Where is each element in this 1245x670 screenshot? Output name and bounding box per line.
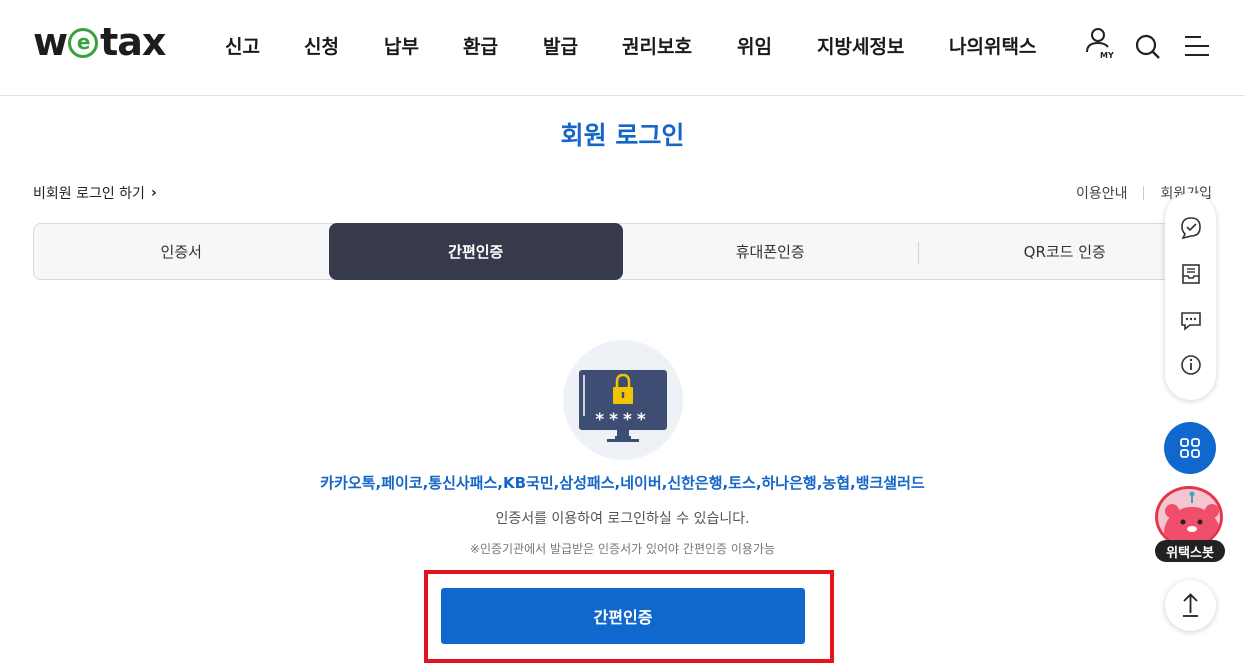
chatbot-avatar (1155, 486, 1223, 548)
all-menu-grid-button[interactable] (1164, 422, 1216, 474)
arrow-up-icon (1183, 593, 1198, 617)
guest-login-link[interactable]: 비회원 로그인 하기 › (33, 183, 157, 203)
chatbot-label: 위택스봇 (1155, 540, 1225, 562)
scroll-top-button[interactable] (1165, 580, 1216, 631)
chatbot-button[interactable]: 위택스봇 (1153, 486, 1225, 562)
search-icon[interactable] (1131, 26, 1165, 66)
my-label: MY (1100, 51, 1114, 60)
nav-item-issue[interactable]: 발급 (543, 32, 578, 59)
nav-item-apply[interactable]: 신청 (304, 32, 339, 59)
nav-item-refund[interactable]: 환급 (463, 32, 498, 59)
nav-item-delegation[interactable]: 위임 (737, 32, 772, 59)
hamburger-menu-icon[interactable] (1179, 26, 1213, 66)
requirement-note: ※인증기관에서 발급받은 인증서가 있어야 간편인증 이용가능 (469, 542, 776, 556)
usage-guide-link[interactable]: 이용안내 (1076, 183, 1128, 203)
chat-bubble-icon[interactable] (1178, 307, 1204, 333)
guest-login-label: 비회원 로그인 하기 (33, 186, 145, 202)
tab-label: QR코드 인증 (1023, 243, 1106, 261)
nav-item-report[interactable]: 신고 (225, 32, 260, 59)
header-icon-group: MY (1083, 26, 1213, 66)
logo-e-circle: e (68, 28, 99, 58)
tab-certificate[interactable]: 인증서 (34, 224, 329, 279)
tab-label: 인증서 (160, 243, 202, 261)
password-mask: **** (595, 410, 651, 430)
site-header: w e tax 신고 신청 납부 환급 발급 권리보호 위임 지방세정보 나의위… (0, 0, 1245, 96)
quick-menu (1165, 193, 1216, 400)
login-method-tabs: 인증서 간편인증 휴대폰인증 QR코드 인증 (33, 223, 1213, 280)
logo-tax: tax (100, 20, 166, 64)
info-icon[interactable] (1178, 352, 1204, 378)
monitor-lock-illustration: **** (563, 340, 683, 460)
tab-label: 휴대폰인증 (735, 243, 805, 261)
chat-check-icon[interactable] (1178, 215, 1204, 241)
nav-item-local-tax-info[interactable]: 지방세정보 (817, 32, 904, 59)
grid-icon (1180, 438, 1200, 458)
page-title: 회원 로그인 (560, 121, 685, 150)
simple-auth-button[interactable]: 간편인증 (441, 588, 805, 644)
tab-simple-auth[interactable]: 간편인증 (328, 223, 623, 280)
inbox-icon[interactable] (1178, 261, 1204, 287)
nav-item-pay[interactable]: 납부 (384, 32, 419, 59)
logo-w: w (33, 20, 68, 64)
chevron-right-icon: › (150, 185, 157, 201)
nav-item-my-wetax[interactable]: 나의위택스 (949, 32, 1036, 59)
login-description: 인증서를 이용하여 로그인하실 수 있습니다. (495, 511, 750, 527)
wetax-logo[interactable]: w e tax (33, 20, 166, 64)
nav-item-rights[interactable]: 권리보호 (622, 32, 692, 59)
my-page-icon[interactable]: MY (1083, 26, 1117, 66)
tab-phone-auth[interactable]: 휴대폰인증 (623, 224, 918, 279)
supported-providers: 카카오톡,페이코,통신사패스,KB국민,삼성패스,네이버,신한은행,토스,하나은… (320, 474, 925, 492)
tab-label: 간편인증 (448, 243, 504, 261)
divider (1143, 186, 1145, 200)
simple-auth-button-label: 간편인증 (593, 608, 653, 627)
tab-divider (917, 242, 919, 264)
